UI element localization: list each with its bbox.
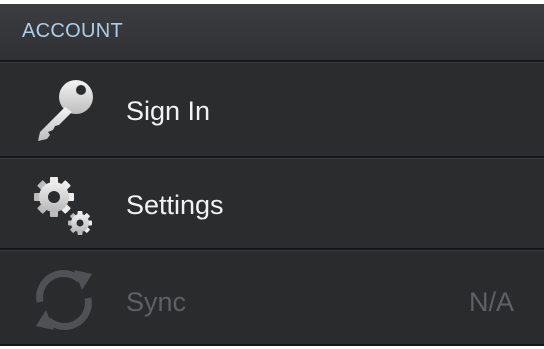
sync-label: Sync bbox=[126, 287, 187, 317]
key-icon bbox=[38, 80, 93, 141]
sync-row: Sync N/A bbox=[0, 250, 544, 346]
account-panel: ACCOUNT Sign In Settings Sync N/A bbox=[0, 0, 544, 349]
sign-in-row[interactable]: Sign In bbox=[0, 62, 544, 158]
section-header: ACCOUNT bbox=[0, 4, 544, 62]
section-title: ACCOUNT bbox=[22, 20, 123, 42]
sync-status-value: N/A bbox=[468, 287, 514, 317]
gears-icon bbox=[34, 177, 92, 235]
settings-label: Settings bbox=[126, 190, 224, 220]
sign-in-label: Sign In bbox=[126, 96, 211, 126]
settings-row[interactable]: Settings bbox=[0, 158, 544, 250]
sync-icon bbox=[36, 270, 92, 330]
